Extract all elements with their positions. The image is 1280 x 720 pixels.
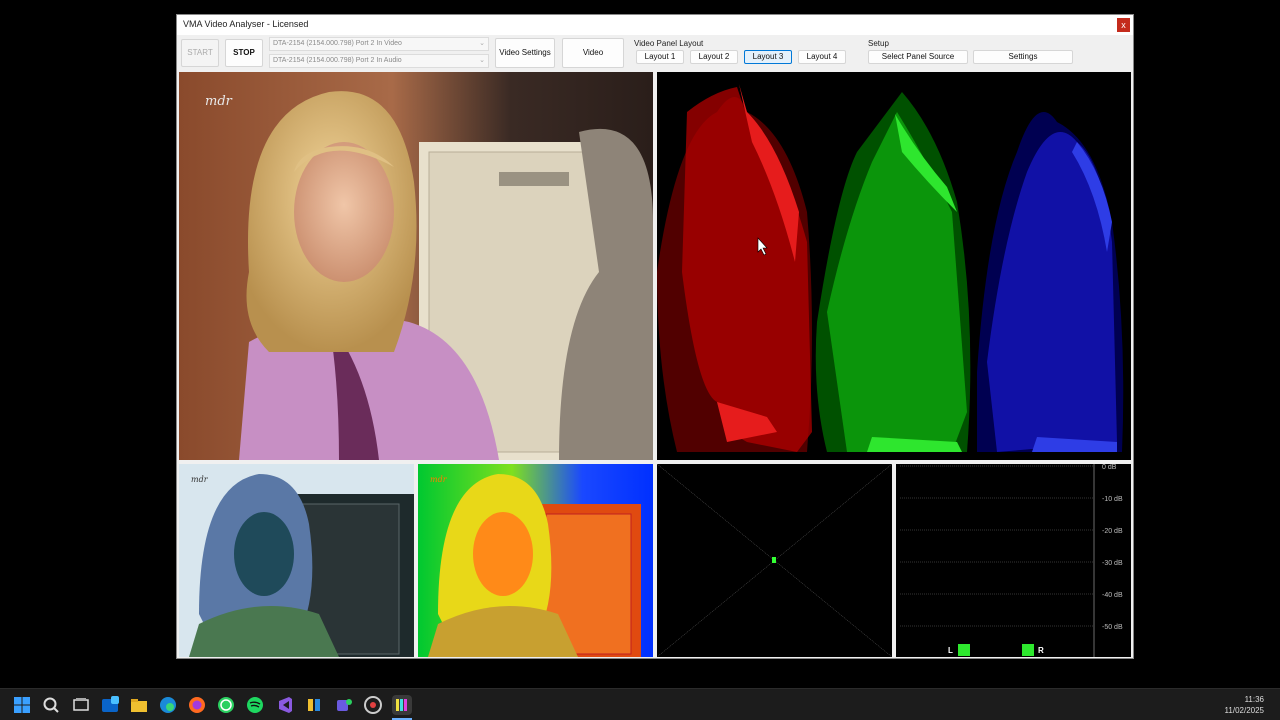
channel-logo: mdr — [205, 94, 233, 109]
spotify-icon[interactable] — [245, 695, 265, 715]
vma-analyser-icon[interactable] — [392, 695, 412, 715]
chevron-down-icon: ⌄ — [479, 40, 485, 47]
left-channel-label: L — [948, 646, 953, 655]
db-label-10: -10 dB — [1102, 496, 1123, 503]
db-label-40: -40 dB — [1102, 592, 1123, 599]
start-button[interactable]: START — [181, 39, 219, 67]
video-panel-false-color[interactable]: mdr — [418, 464, 653, 657]
inverted-video-image: mdr — [179, 464, 414, 657]
video-frame-image: mdr — [179, 72, 653, 460]
whatsapp-icon[interactable] — [216, 695, 236, 715]
app-window: VMA Video Analyser - Licensed x START ST… — [176, 14, 1134, 659]
video-resolution-button[interactable]: Video Resolution — [562, 38, 624, 85]
layout-3-button[interactable]: Layout 3 — [744, 50, 792, 64]
db-label-50: -50 dB — [1102, 624, 1123, 631]
teams-icon[interactable] — [334, 695, 354, 715]
vectorscope-panel[interactable] — [657, 464, 892, 657]
windows-start-icon[interactable] — [12, 695, 32, 715]
audio-input-value: DTA-2154 (2154.000.798) Port 2 In Audio — [273, 57, 402, 64]
system-clock[interactable]: 11:36 11/02/2025 — [1225, 694, 1264, 716]
settings-button[interactable]: Settings — [973, 50, 1073, 64]
close-button[interactable]: x — [1117, 18, 1130, 32]
clock-date: 11/02/2025 — [1224, 706, 1264, 715]
db-label-0: 0 dB — [1102, 464, 1117, 471]
chrome-icon[interactable] — [363, 695, 383, 715]
file-explorer-icon[interactable] — [129, 695, 149, 715]
layout-2-button[interactable]: Layout 2 — [690, 50, 738, 64]
video-settings-button[interactable]: Video Settings — [495, 38, 555, 68]
taskbar: 11:36 11/02/2025 — [0, 688, 1280, 720]
db-label-20: -20 dB — [1102, 528, 1123, 535]
toolbar: START STOP DTA-2154 (2154.000.798) Port … — [177, 35, 1133, 85]
vectorscope — [657, 464, 892, 657]
audio-meter-panel[interactable]: 0 dB -10 dB -20 dB -30 dB -40 dB -50 dB … — [896, 464, 1131, 657]
setup-group-label: Setup — [868, 39, 889, 48]
audio-input-select[interactable]: DTA-2154 (2154.000.798) Port 2 In Audio … — [269, 54, 489, 68]
channel-logo: mdr — [191, 475, 209, 484]
layout-4-button[interactable]: Layout 4 — [798, 50, 846, 64]
firefox-icon[interactable] — [187, 695, 207, 715]
title-bar[interactable]: VMA Video Analyser - Licensed x — [177, 15, 1133, 35]
chevron-down-icon: ⌄ — [479, 57, 485, 64]
layout-group-label: Video Panel Layout — [634, 39, 704, 48]
right-channel-level — [1022, 644, 1034, 656]
task-view-icon[interactable] — [71, 695, 91, 715]
channel-logo: mdr — [430, 475, 448, 484]
edge-icon[interactable] — [158, 695, 178, 715]
visual-studio-icon[interactable] — [275, 695, 295, 715]
video-panel-main[interactable]: mdr — [179, 72, 653, 460]
app-icon[interactable] — [304, 695, 324, 715]
audio-level-meter: 0 dB -10 dB -20 dB -30 dB -40 dB -50 dB … — [896, 464, 1131, 657]
clock-time: 11:36 — [1244, 695, 1264, 704]
stop-button[interactable]: STOP — [225, 39, 263, 67]
video-panel-inverted[interactable]: mdr — [179, 464, 414, 657]
rgb-parade-panel[interactable] — [657, 72, 1131, 460]
left-channel-level — [958, 644, 970, 656]
search-icon[interactable] — [41, 695, 61, 715]
video-input-select[interactable]: DTA-2154 (2154.000.798) Port 2 In Video … — [269, 37, 489, 51]
video-input-value: DTA-2154 (2154.000.798) Port 2 In Video — [273, 40, 402, 47]
db-label-30: -30 dB — [1102, 560, 1123, 567]
layout-1-button[interactable]: Layout 1 — [636, 50, 684, 64]
select-panel-source-button[interactable]: Select Panel Source — [868, 50, 968, 64]
right-channel-label: R — [1038, 646, 1044, 655]
rgb-waveform — [657, 72, 1131, 460]
outlook-icon[interactable] — [100, 695, 120, 715]
false-color-video-image: mdr — [418, 464, 653, 657]
desktop: VMA Video Analyser - Licensed x START ST… — [0, 0, 1280, 688]
window-title: VMA Video Analyser - Licensed — [183, 19, 309, 29]
